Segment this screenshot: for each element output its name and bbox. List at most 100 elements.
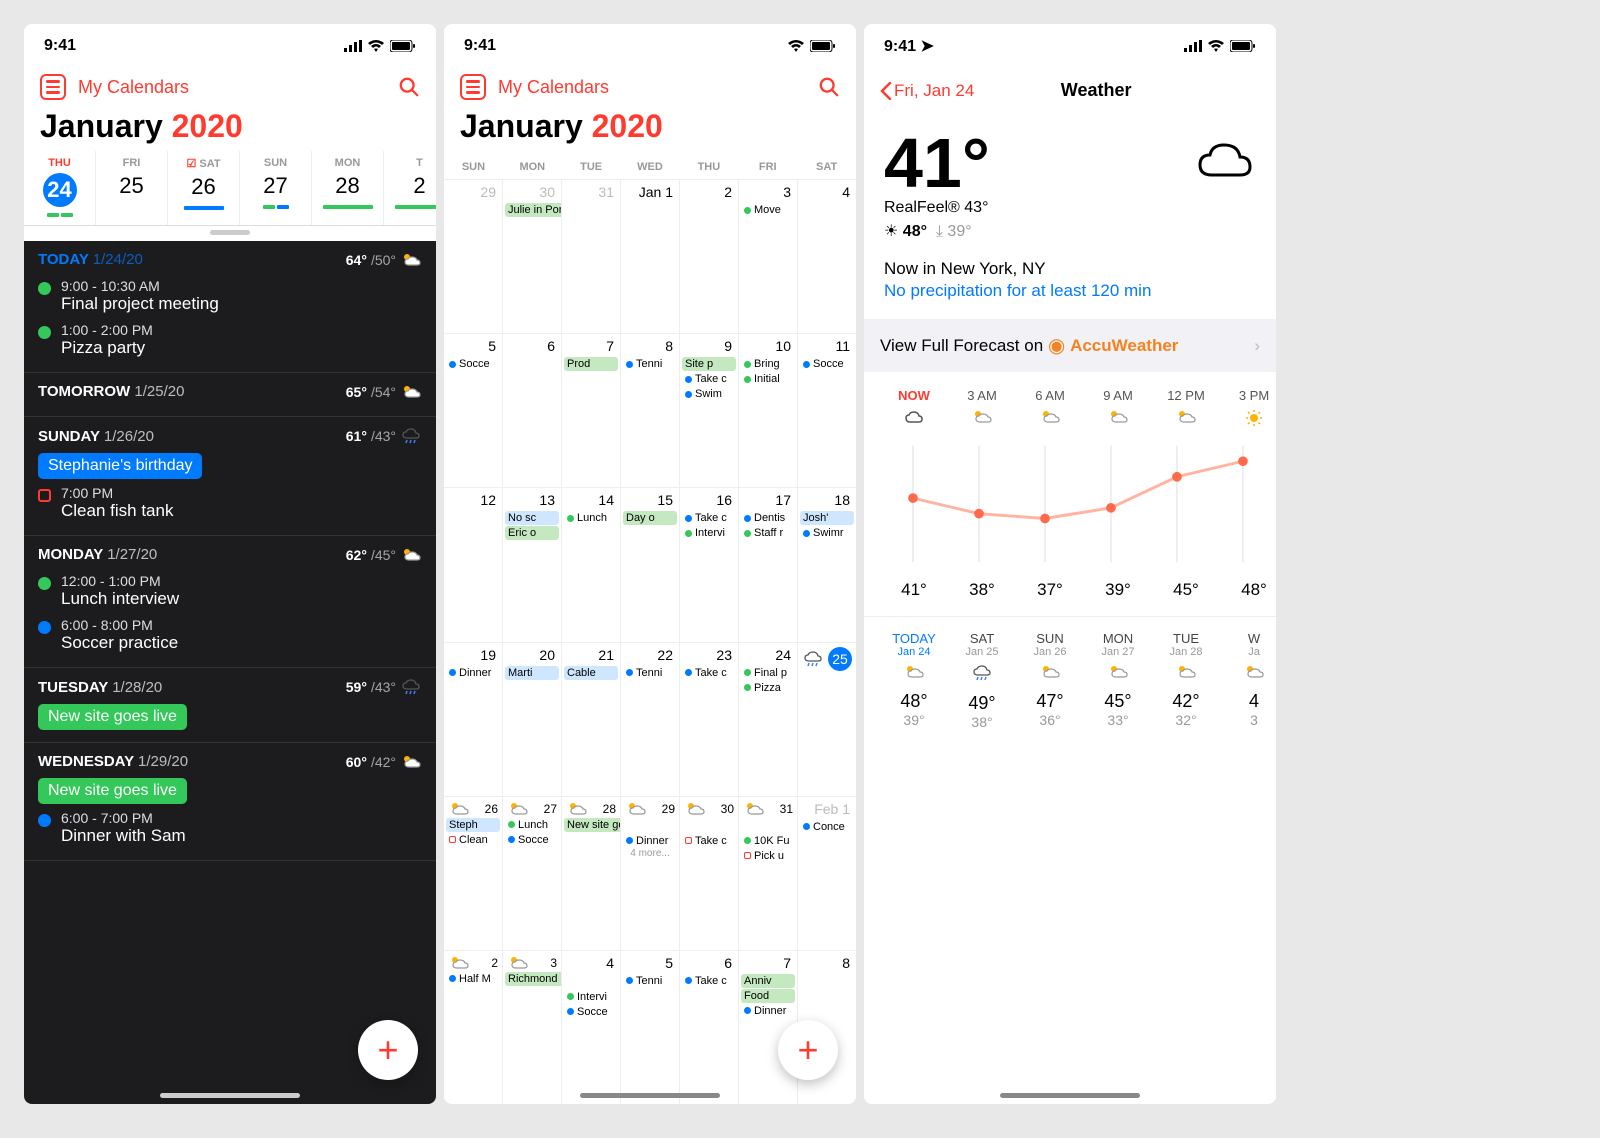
- event-item[interactable]: Dinner: [741, 1004, 795, 1018]
- day-cell[interactable]: 25: [798, 643, 856, 796]
- event-chip[interactable]: New site goes live: [38, 704, 187, 730]
- event-item[interactable]: Socce: [505, 833, 559, 847]
- event-item[interactable]: Take c: [682, 834, 736, 848]
- day-cell[interactable]: 2Half M: [444, 951, 503, 1104]
- event-block[interactable]: Eric o: [505, 526, 559, 540]
- daily-forecast[interactable]: TODAYJan 2448°39°SATJan 2549°38°SUNJan 2…: [864, 617, 1276, 744]
- drag-handle[interactable]: [210, 230, 250, 235]
- event-item[interactable]: Take c: [682, 974, 736, 988]
- hourly-column[interactable]: NOW: [880, 388, 948, 432]
- daily-column[interactable]: TODAYJan 2448°39°: [880, 631, 948, 730]
- event-item[interactable]: Dinner: [623, 834, 677, 848]
- day-cell[interactable]: 10Bring Initial: [739, 334, 798, 487]
- day-cell[interactable]: 29: [444, 180, 503, 333]
- day-cell[interactable]: 22Tenni: [621, 643, 680, 796]
- day-cell[interactable]: 23Take c: [680, 643, 739, 796]
- event-item[interactable]: Take c: [682, 666, 736, 680]
- event-row[interactable]: 6:00 - 7:00 PMDinner with Sam: [38, 806, 422, 850]
- day-cell[interactable]: 27LunchSocce: [503, 797, 562, 950]
- day-cell[interactable]: 20Marti: [503, 643, 562, 796]
- day-cell[interactable]: 24Final pPizza: [739, 643, 798, 796]
- event-item[interactable]: Move: [741, 203, 795, 217]
- week-day[interactable]: T2: [384, 151, 436, 225]
- day-cell[interactable]: 6: [503, 334, 562, 487]
- event-chip[interactable]: Stephanie's birthday: [38, 453, 202, 479]
- week-day[interactable]: ☑ SAT26: [168, 151, 240, 225]
- day-cell[interactable]: Jan 1: [621, 180, 680, 333]
- day-cell[interactable]: 28New site goes live: [562, 797, 621, 950]
- event-block[interactable]: Anniv: [741, 974, 795, 988]
- more-indicator[interactable]: 4 more...: [623, 848, 677, 859]
- event-block[interactable]: Cable: [564, 666, 618, 680]
- event-item[interactable]: Intervi: [682, 526, 736, 540]
- month-grid[interactable]: 2930Julie in Portland31Jan 123Move 45Soc…: [444, 179, 856, 1104]
- event-item[interactable]: Clean: [446, 833, 500, 847]
- event-row[interactable]: 7:00 PMClean fish tank: [38, 481, 422, 525]
- day-cell[interactable]: 16Take cIntervi: [680, 488, 739, 641]
- day-cell[interactable]: 8Tenni: [621, 334, 680, 487]
- day-cell[interactable]: 5Socce: [444, 334, 503, 487]
- header-title[interactable]: My Calendars: [78, 77, 386, 98]
- event-block[interactable]: Prod: [564, 357, 618, 371]
- event-item[interactable]: Take c: [682, 372, 736, 386]
- hourly-column[interactable]: 6 AM: [1016, 388, 1084, 432]
- hourly-forecast[interactable]: NOW3 AM6 AM9 AM12 PM3 PM 41°38°37°39°45°…: [864, 372, 1276, 617]
- event-row[interactable]: 6:00 - 8:00 PMSoccer practice: [38, 613, 422, 657]
- menu-icon[interactable]: [40, 74, 66, 100]
- full-forecast-link[interactable]: View Full Forecast on ◉ AccuWeather ›: [864, 319, 1276, 372]
- event-chip[interactable]: New site goes live: [38, 778, 187, 804]
- day-cell[interactable]: 4: [798, 180, 856, 333]
- week-day[interactable]: MON28: [312, 151, 384, 225]
- event-item[interactable]: Conce: [800, 820, 854, 834]
- day-cell[interactable]: 9Site pTake cSwim: [680, 334, 739, 487]
- home-indicator[interactable]: [160, 1093, 300, 1098]
- agenda-day[interactable]: TUESDAY 1/28/2059°/43° New site goes liv…: [24, 668, 436, 743]
- search-icon[interactable]: [398, 76, 420, 98]
- daily-column[interactable]: WJa43: [1220, 631, 1276, 730]
- event-item[interactable]: Socce: [446, 357, 500, 371]
- event-item[interactable]: Dentis: [741, 511, 795, 525]
- day-cell[interactable]: 2: [680, 180, 739, 333]
- event-item[interactable]: 10K Fu: [741, 834, 795, 848]
- day-cell[interactable]: 3110K FuPick u: [739, 797, 798, 950]
- day-cell[interactable]: 14Lunch: [562, 488, 621, 641]
- event-item[interactable]: Pizza: [741, 681, 795, 695]
- search-icon[interactable]: [818, 76, 840, 98]
- hourly-column[interactable]: 3 AM: [948, 388, 1016, 432]
- event-item[interactable]: Lunch: [564, 511, 618, 525]
- event-block[interactable]: Day o: [623, 511, 677, 525]
- day-cell[interactable]: 7Prod: [562, 334, 621, 487]
- event-item[interactable]: Swim: [682, 387, 736, 401]
- add-event-button[interactable]: +: [358, 1020, 418, 1080]
- day-cell[interactable]: 12: [444, 488, 503, 641]
- menu-icon[interactable]: [460, 74, 486, 100]
- hourly-column[interactable]: 9 AM: [1084, 388, 1152, 432]
- day-cell[interactable]: 11Socce: [798, 334, 856, 487]
- hourly-column[interactable]: 3 PM: [1220, 388, 1276, 432]
- agenda-day[interactable]: MONDAY 1/27/2062°/45° 12:00 - 1:00 PMLun…: [24, 536, 436, 668]
- event-item[interactable]: Staff r: [741, 526, 795, 540]
- event-item[interactable]: Swimr: [800, 526, 854, 540]
- day-cell[interactable]: 26StephClean: [444, 797, 503, 950]
- daily-column[interactable]: SUNJan 2647°36°: [1016, 631, 1084, 730]
- event-item[interactable]: Lunch: [505, 818, 559, 832]
- header-title[interactable]: My Calendars: [498, 77, 806, 98]
- event-item[interactable]: Take c: [682, 511, 736, 525]
- hourly-column[interactable]: 12 PM: [1152, 388, 1220, 432]
- day-cell[interactable]: 29Dinner4 more...: [621, 797, 680, 950]
- event-item[interactable]: Tenni: [623, 974, 677, 988]
- event-block[interactable]: Julie in Portland: [505, 203, 562, 217]
- event-item[interactable]: Half M: [446, 972, 500, 986]
- day-cell[interactable]: 4InterviSocce: [562, 951, 621, 1104]
- day-cell[interactable]: 3Richmond: [503, 951, 562, 1104]
- event-item[interactable]: Intervi: [564, 990, 618, 1004]
- event-row[interactable]: 9:00 - 10:30 AMFinal project meeting: [38, 274, 422, 318]
- event-item[interactable]: Tenni: [623, 357, 677, 371]
- day-cell[interactable]: 21Cable: [562, 643, 621, 796]
- event-block[interactable]: Richmond: [505, 972, 562, 986]
- event-block[interactable]: Steph: [446, 818, 500, 832]
- day-cell[interactable]: 30Take c: [680, 797, 739, 950]
- add-event-button[interactable]: +: [778, 1020, 838, 1080]
- day-cell[interactable]: 3Move: [739, 180, 798, 333]
- checkbox-icon[interactable]: [38, 489, 51, 502]
